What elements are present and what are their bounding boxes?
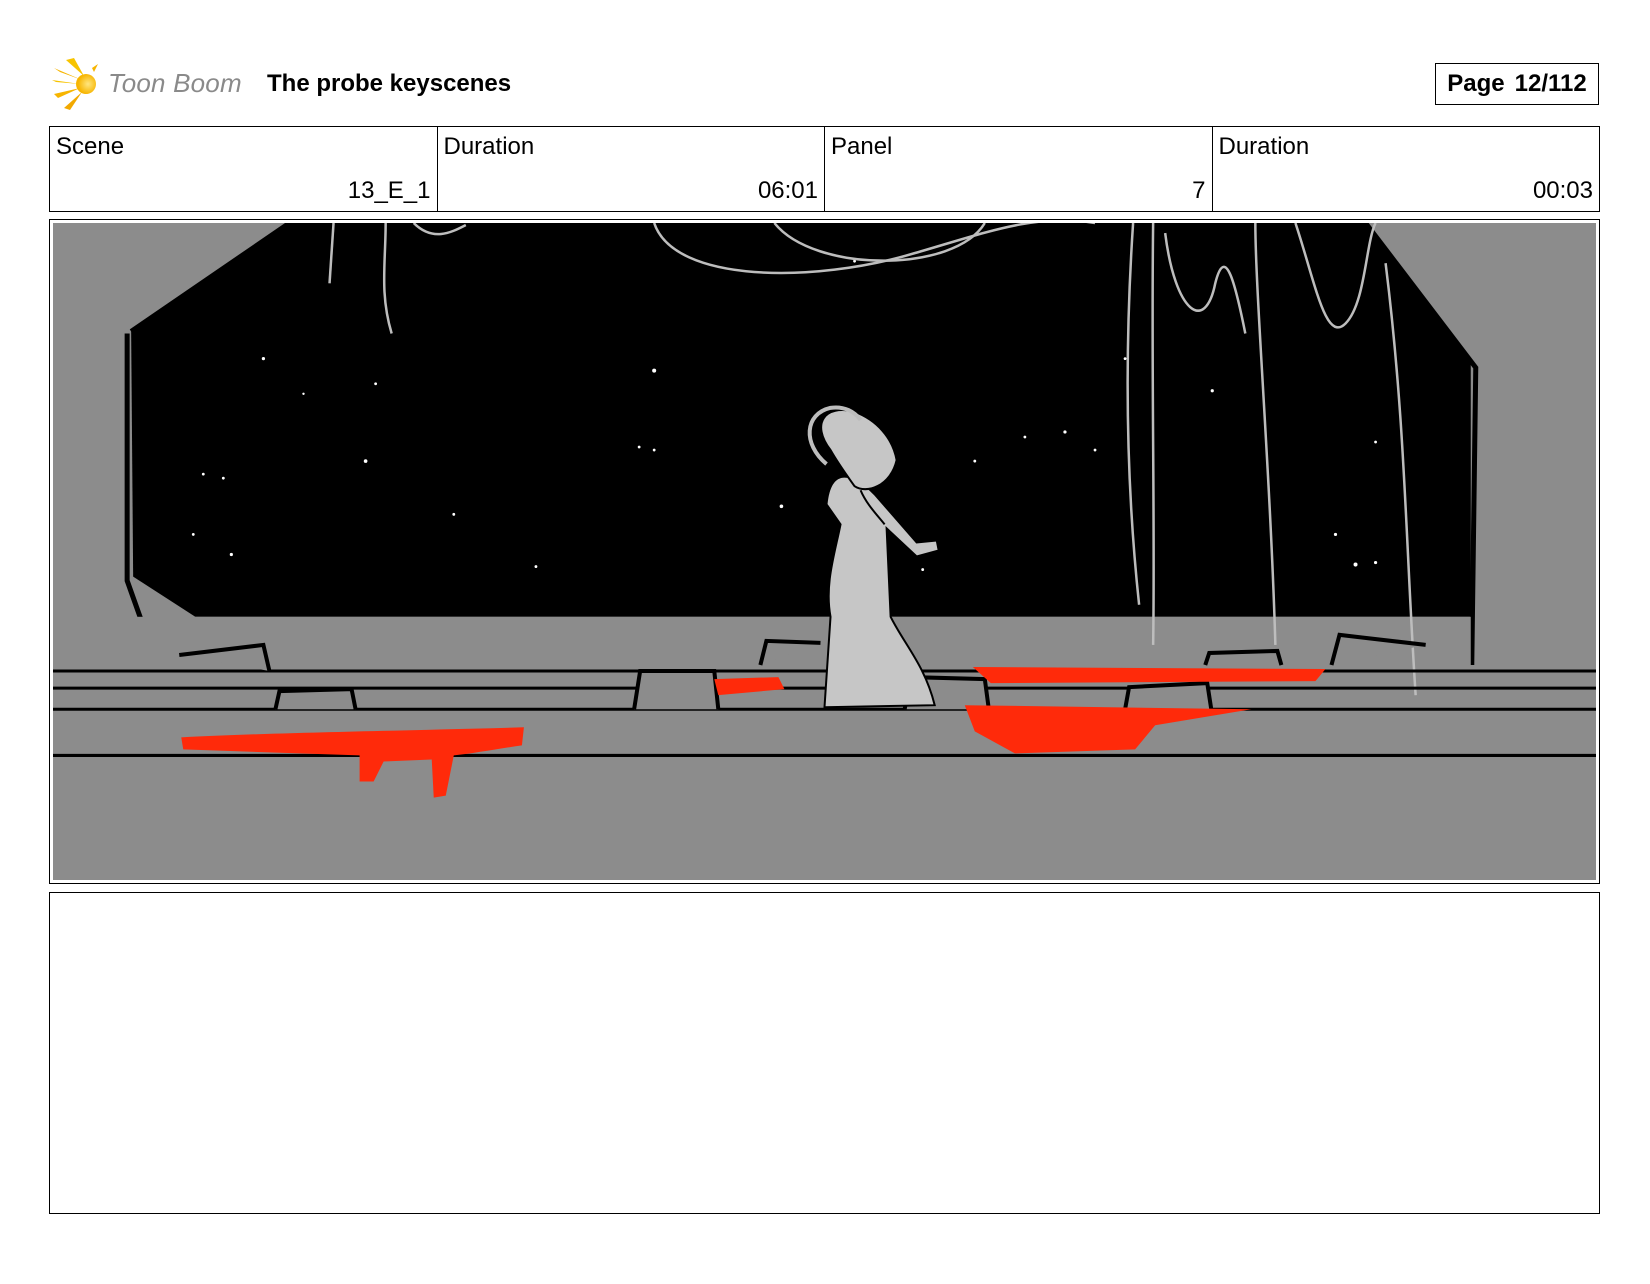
scene-duration-label: Duration xyxy=(443,133,535,160)
scene-value: 13_E_1 xyxy=(347,177,431,204)
page-number: 12/112 xyxy=(1514,70,1587,97)
panel-value: 7 xyxy=(1192,177,1206,204)
storyboard-frame xyxy=(49,219,1600,884)
page-header: Toon Boom The probe keyscenes Page 12/11… xyxy=(52,58,1600,114)
storyboard-drawing xyxy=(53,223,1596,880)
panel-info-table: Scene 13_E_1 Duration 06:01 Panel 7 Dura… xyxy=(49,126,1600,212)
toon-boom-logo: Toon Boom xyxy=(52,58,252,114)
panel-cell: Panel 7 xyxy=(825,127,1213,211)
panel-duration-cell: Duration 00:03 xyxy=(1213,127,1600,211)
sun-burst-icon xyxy=(52,58,98,110)
scene-label: Scene xyxy=(56,133,125,160)
page-indicator: Page 12/112 xyxy=(1435,63,1599,105)
scene-duration-value: 06:01 xyxy=(757,177,818,204)
panel-label: Panel xyxy=(831,133,893,160)
scene-duration-cell: Duration 06:01 xyxy=(438,127,825,211)
panel-duration-value: 00:03 xyxy=(1532,177,1593,204)
space-window xyxy=(131,223,1471,617)
project-title: The probe keyscenes xyxy=(267,70,512,97)
page-label: Page xyxy=(1447,70,1505,97)
panel-notes-box xyxy=(49,892,1600,1214)
panel-duration-label: Duration xyxy=(1218,133,1310,160)
logo-wordmark: Toon Boom xyxy=(108,68,242,98)
scene-cell: Scene 13_E_1 xyxy=(50,127,438,211)
